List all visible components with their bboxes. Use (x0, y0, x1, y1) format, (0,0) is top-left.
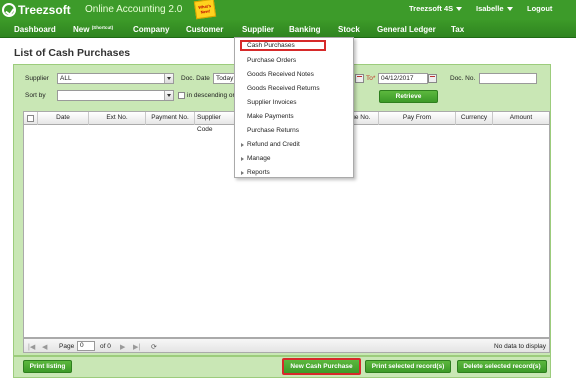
nav-dashboard[interactable]: Dashboard (14, 25, 56, 34)
company-switcher[interactable]: Treezsoft 4S (409, 4, 463, 13)
company-name: Treezsoft 4S (409, 4, 454, 13)
menu-item-reports[interactable]: Reports (240, 167, 350, 179)
nav-supplier[interactable]: Supplier (242, 25, 274, 34)
nav-company[interactable]: Company (133, 25, 169, 34)
nav-tax[interactable]: Tax (451, 25, 464, 34)
menu-item-cash-purchases[interactable]: Cash Purchases (240, 40, 326, 51)
page-number-input[interactable]: 0 (77, 341, 95, 351)
retrieve-button[interactable]: Retrieve (379, 90, 438, 103)
print-listing-button[interactable]: Print listing (23, 360, 72, 373)
chevron-down-icon (456, 7, 463, 12)
to-date-input[interactable]: 04/12/2017 (378, 73, 428, 84)
main-nav: Dashboard New (Shortcut) Company Custome… (0, 20, 576, 38)
treezsoft-logo-icon (2, 3, 16, 17)
menu-item-label: Manage (247, 155, 271, 162)
refresh-icon[interactable]: ⟳ (151, 343, 157, 351)
doc-date-label: Doc. Date (181, 75, 210, 82)
menu-item-goods-received-notes[interactable]: Goods Received Notes (240, 69, 350, 81)
chevron-down-icon (164, 74, 173, 83)
menu-item-manage[interactable]: Manage (240, 153, 350, 165)
calendar-icon[interactable] (355, 74, 364, 83)
menu-item-purchase-orders[interactable]: Purchase Orders (240, 55, 350, 67)
top-bar: Treezsoft Online Accounting 2.0 What's N… (0, 0, 576, 20)
submenu-arrow-icon (241, 143, 244, 147)
logo-text: Treezsoft (18, 3, 71, 17)
doc-date-value: Today (216, 75, 234, 82)
page-title: List of Cash Purchases (14, 47, 131, 59)
submenu-arrow-icon (241, 157, 244, 161)
treezsoft-logo[interactable]: Treezsoft (2, 2, 71, 18)
submenu-arrow-icon (241, 171, 244, 175)
column-header-amount[interactable]: Amount (493, 112, 549, 125)
sort-by-label: Sort by (25, 92, 46, 99)
column-header-payment-no[interactable]: Payment No. (146, 112, 195, 125)
page-count-label: of 0 (100, 343, 111, 350)
to-date-label: To* (366, 75, 376, 82)
column-header-date[interactable]: Date (38, 112, 89, 125)
menu-item-purchase-returns[interactable]: Purchase Returns (240, 125, 350, 137)
chevron-down-icon (506, 7, 513, 12)
whats-new-sticker[interactable]: What's New! (193, 0, 217, 20)
supplier-label: Supplier (25, 75, 49, 82)
chevron-down-icon (164, 91, 173, 100)
supplier-select-value: ALL (60, 75, 72, 82)
nav-new-shortcut: (Shortcut) (91, 25, 114, 30)
nav-new-label: New (73, 25, 90, 34)
menu-item-label: Refund and Credit (247, 141, 300, 148)
nav-stock[interactable]: Stock (338, 25, 360, 34)
column-header-supplier-code[interactable]: Supplier Code (195, 112, 235, 133)
column-header-currency[interactable]: Currency (456, 112, 493, 125)
first-page-icon[interactable]: |◀ (28, 343, 35, 351)
doc-date-select[interactable]: Today (213, 73, 235, 84)
page-label: Page (59, 343, 75, 350)
select-all-checkbox[interactable] (27, 115, 34, 122)
menu-item-refund-and-credit[interactable]: Refund and Credit (240, 139, 350, 151)
sort-by-select[interactable] (57, 90, 174, 101)
print-selected-button[interactable]: Print selected record(s) (365, 360, 451, 373)
delete-selected-button[interactable]: Delete selected record(s) (457, 360, 547, 373)
menu-item-goods-received-returns[interactable]: Goods Received Returns (240, 83, 350, 95)
header-select-cell (24, 112, 38, 125)
user-menu[interactable]: Isabelle (476, 4, 513, 13)
menu-item-supplier-invoices[interactable]: Supplier Invoices (240, 97, 350, 109)
column-header-pay-from[interactable]: Pay From (379, 112, 456, 125)
descending-checkbox[interactable] (178, 92, 185, 99)
column-header-ext-no[interactable]: Ext No. (89, 112, 146, 125)
app-name: Online Accounting 2.0 (85, 4, 183, 15)
logout-link[interactable]: Logout (527, 4, 552, 13)
user-name: Isabelle (476, 4, 504, 13)
doc-no-input[interactable] (479, 73, 537, 84)
menu-item-make-payments[interactable]: Make Payments (240, 111, 350, 123)
nav-general-ledger[interactable]: General Ledger (377, 25, 436, 34)
no-data-message: No data to display (494, 343, 547, 350)
descending-label: in descending or (187, 92, 235, 99)
nav-new[interactable]: New (Shortcut) (73, 25, 113, 34)
supplier-dropdown-menu: Cash Purchases Purchase Orders Goods Rec… (234, 37, 354, 178)
new-cash-purchase-button[interactable]: New Cash Purchase (282, 358, 361, 375)
previous-page-icon[interactable]: ◀ (42, 343, 47, 351)
to-date-value: 04/12/2017 (381, 75, 414, 82)
table-pager: |◀ ◀ Page 0 of 0 ▶ ▶| ⟳ No data to displ… (23, 338, 550, 353)
nav-customer[interactable]: Customer (186, 25, 223, 34)
supplier-select[interactable]: ALL (57, 73, 174, 84)
doc-no-label: Doc. No. (450, 75, 476, 82)
last-page-icon[interactable]: ▶| (133, 343, 140, 351)
menu-item-label: Reports (247, 169, 270, 176)
nav-banking[interactable]: Banking (289, 25, 321, 34)
calendar-icon[interactable] (428, 74, 437, 83)
next-page-icon[interactable]: ▶ (120, 343, 125, 351)
